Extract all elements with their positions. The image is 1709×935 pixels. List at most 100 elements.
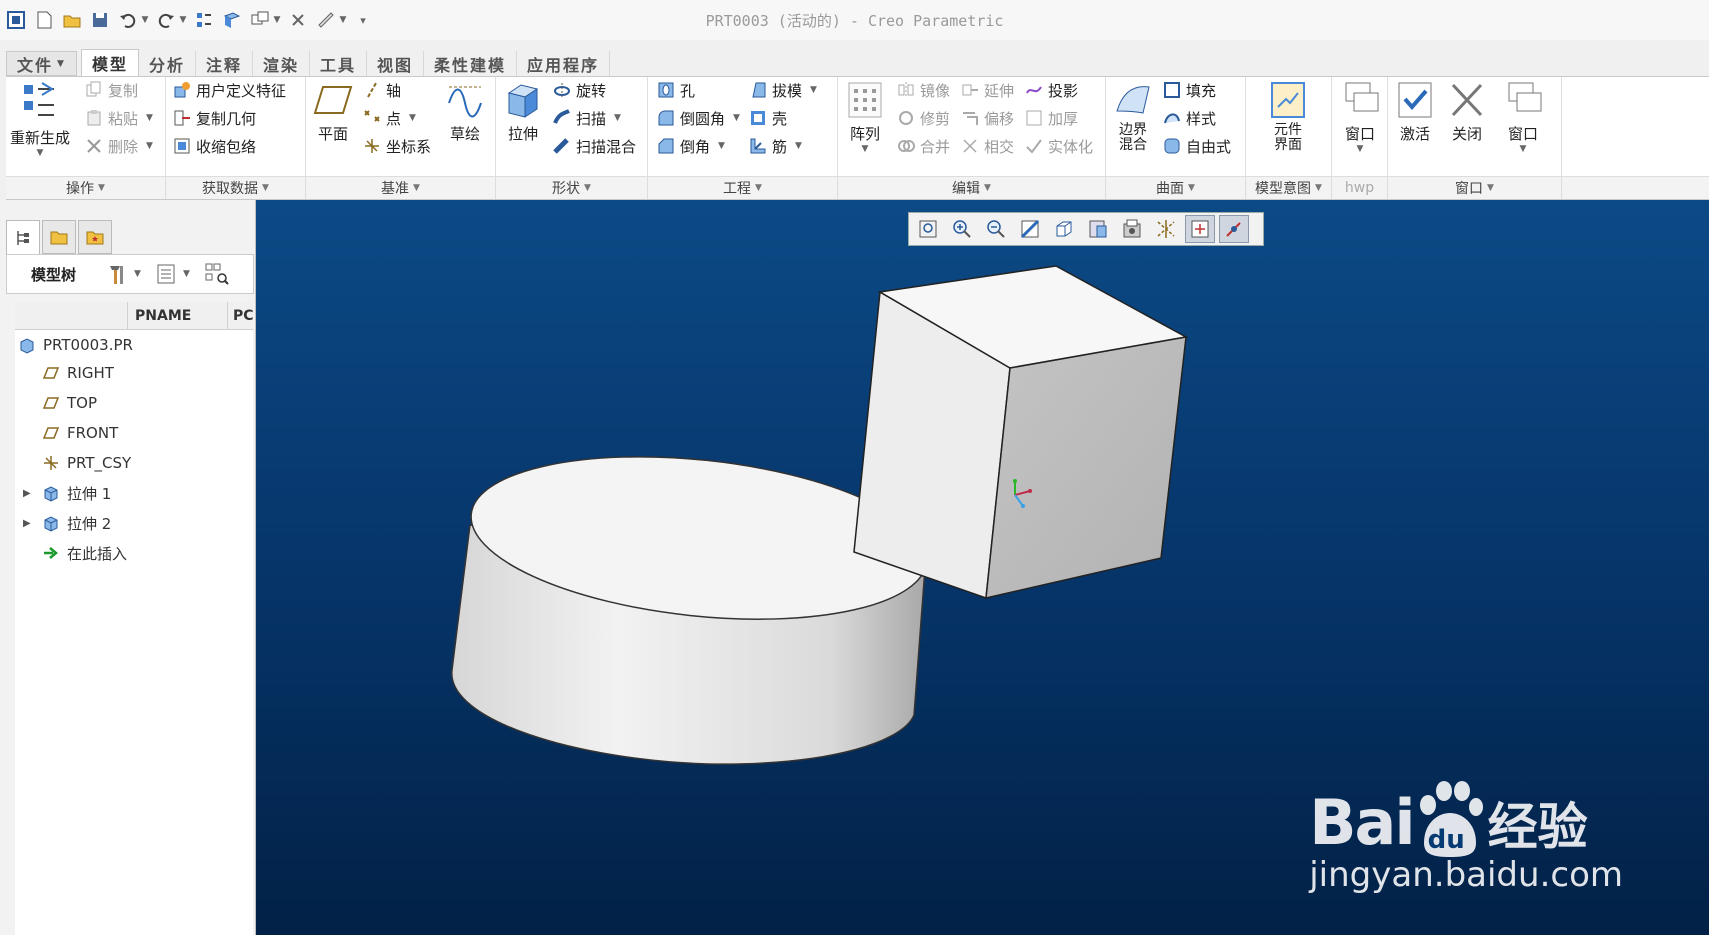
measure-icon[interactable] xyxy=(314,8,338,32)
group-label-surfaces[interactable]: 曲面 ▼ xyxy=(1106,177,1246,199)
group-datum: 平面 轴 点 ▼ 坐标系 草绘 xyxy=(306,77,496,177)
chamfer-button[interactable]: 倒角 ▼ xyxy=(656,133,725,159)
redo-icon[interactable] xyxy=(154,8,178,32)
csys-button[interactable]: 坐标系 xyxy=(362,133,431,159)
expand-arrow-icon[interactable]: ▶ xyxy=(23,488,35,499)
tab-applications[interactable]: 应用程序 xyxy=(517,51,611,76)
filter-icon[interactable] xyxy=(204,262,230,286)
tab-analysis[interactable]: 分析 xyxy=(139,51,196,76)
csys-icon xyxy=(41,453,61,473)
tree-item-root[interactable]: PRT0003.PR xyxy=(17,332,133,358)
tree-item-top[interactable]: TOP xyxy=(41,390,97,416)
shell-button[interactable]: 壳 xyxy=(748,105,787,131)
column-pc[interactable]: PC xyxy=(233,308,254,324)
extrude-button[interactable]: 拉伸 xyxy=(500,81,546,144)
app-menu-icon[interactable] xyxy=(4,8,28,32)
model-tree-tab[interactable] xyxy=(6,220,40,254)
tree-item-csys[interactable]: PRT_CSY xyxy=(41,450,131,476)
window1-button[interactable]: 窗口 ▼ xyxy=(1338,81,1382,154)
window2-button[interactable]: 窗口 ▼ xyxy=(1500,81,1546,154)
tab-tools[interactable]: 工具 xyxy=(310,51,368,76)
customize-qat-icon[interactable]: ▾ xyxy=(358,8,368,32)
expand-arrow-icon[interactable]: ▶ xyxy=(23,518,35,529)
hole-button[interactable]: 孔 xyxy=(656,77,695,103)
favorites-tab[interactable] xyxy=(78,220,112,254)
shrinkwrap-button[interactable]: 收缩包络 xyxy=(172,133,256,159)
tab-annotate[interactable]: 注释 xyxy=(196,51,253,76)
extend-button[interactable]: 延伸 xyxy=(960,77,1014,103)
show-list-icon[interactable]: ▼ xyxy=(155,262,190,286)
tab-view[interactable]: 视图 xyxy=(367,51,425,76)
graphics-window[interactable]: Bai du 经验 jingyan.baidu.com xyxy=(256,200,1709,935)
draft-button[interactable]: 拔模 ▼ xyxy=(748,77,817,103)
copy-geometry-button[interactable]: 复制几何 xyxy=(172,105,256,131)
window-switch-icon[interactable] xyxy=(248,8,272,32)
group-label-datum[interactable]: 基准 ▼ xyxy=(306,177,496,199)
axis-icon xyxy=(362,80,382,100)
style-icon xyxy=(1162,108,1182,128)
group-label-get-data[interactable]: 获取数据 ▼ xyxy=(166,177,306,199)
activate-button[interactable]: 激活 xyxy=(1392,81,1438,144)
tree-item-extrude-1[interactable]: ▶ 拉伸 1 xyxy=(23,480,111,506)
solidify-button[interactable]: 实体化 xyxy=(1024,133,1093,159)
trim-button[interactable]: 修剪 xyxy=(896,105,950,131)
undo-icon[interactable] xyxy=(116,8,140,32)
open-folder-icon[interactable] xyxy=(60,8,84,32)
group-label-engineering[interactable]: 工程 ▼ xyxy=(648,177,838,199)
new-file-icon[interactable] xyxy=(32,8,56,32)
tab-model[interactable]: 模型 xyxy=(80,49,139,76)
close-window-icon[interactable] xyxy=(286,8,310,32)
column-pname[interactable]: PNAME xyxy=(135,308,191,324)
merge-button[interactable]: 合并 xyxy=(896,133,950,159)
tab-flexible-modeling[interactable]: 柔性建模 xyxy=(424,51,518,76)
component-interface-button[interactable]: 元件界面 xyxy=(1256,81,1320,153)
folder-browser-tab[interactable] xyxy=(42,220,76,254)
group-label-editing[interactable]: 编辑 ▼ xyxy=(838,177,1106,199)
settings-tool-icon[interactable]: ▼ xyxy=(106,262,141,286)
window-icon xyxy=(1508,82,1542,112)
swept-blend-button[interactable]: 扫描混合 xyxy=(552,133,636,159)
window-dropdown-icon[interactable]: ▼ xyxy=(272,8,282,32)
group-label-window[interactable]: 窗口 ▼ xyxy=(1388,177,1562,199)
project-button[interactable]: 投影 xyxy=(1024,77,1078,103)
sweep-button[interactable]: 扫描 ▼ xyxy=(552,105,621,131)
udf-button[interactable]: 用户定义特征 xyxy=(172,77,286,103)
tab-render[interactable]: 渲染 xyxy=(253,51,310,76)
tree-item-extrude-2[interactable]: ▶ 拉伸 2 xyxy=(23,510,111,536)
tree-item-front[interactable]: FRONT xyxy=(41,420,118,446)
copy-button[interactable]: 复制 xyxy=(84,77,138,103)
group-label-shapes[interactable]: 形状 ▼ xyxy=(496,177,648,199)
axis-button[interactable]: 轴 xyxy=(362,77,401,103)
tab-file[interactable]: 文件 ▼ xyxy=(6,51,77,76)
round-button[interactable]: 倒圆角 ▼ xyxy=(656,105,740,131)
boundary-blend-button[interactable]: 边界混合 xyxy=(1110,81,1156,153)
rib-button[interactable]: 筋 ▼ xyxy=(748,133,802,159)
offset-button[interactable]: 偏移 xyxy=(960,105,1014,131)
windows-icon[interactable] xyxy=(220,8,244,32)
redo-dropdown-icon[interactable]: ▼ xyxy=(178,8,188,32)
tree-item-insert-here[interactable]: 在此插入 xyxy=(41,540,127,566)
regenerate-button[interactable]: 重新生成 ▼ xyxy=(10,81,70,158)
axis-label: 轴 xyxy=(386,81,402,100)
fill-button[interactable]: 填充 xyxy=(1162,77,1216,103)
style-button[interactable]: 样式 xyxy=(1162,105,1216,131)
delete-button[interactable]: 删除 ▼ xyxy=(84,133,153,159)
group-label-operations[interactable]: 操作 ▼ xyxy=(6,177,166,199)
regenerate-small-icon[interactable] xyxy=(192,8,216,32)
paste-button[interactable]: 粘贴 ▼ xyxy=(84,105,153,131)
pattern-button[interactable]: 阵列 ▼ xyxy=(842,81,888,154)
save-icon[interactable] xyxy=(88,8,112,32)
undo-dropdown-icon[interactable]: ▼ xyxy=(140,8,150,32)
close-button[interactable]: 关闭 xyxy=(1444,81,1490,144)
thicken-button[interactable]: 加厚 xyxy=(1024,105,1078,131)
plane-button[interactable]: 平面 xyxy=(310,81,356,144)
group-label-model-intent[interactable]: 模型意图 ▼ xyxy=(1246,177,1332,199)
mirror-button[interactable]: 镜像 xyxy=(896,77,950,103)
intersect-button[interactable]: 相交 xyxy=(960,133,1014,159)
sketch-button[interactable]: 草绘 xyxy=(442,81,488,144)
measure-dropdown-icon[interactable]: ▼ xyxy=(338,8,348,32)
revolve-button[interactable]: 旋转 xyxy=(552,77,606,103)
tree-item-right[interactable]: RIGHT xyxy=(41,360,114,386)
freestyle-button[interactable]: 自由式 xyxy=(1162,133,1231,159)
point-button[interactable]: 点 ▼ xyxy=(362,105,416,131)
